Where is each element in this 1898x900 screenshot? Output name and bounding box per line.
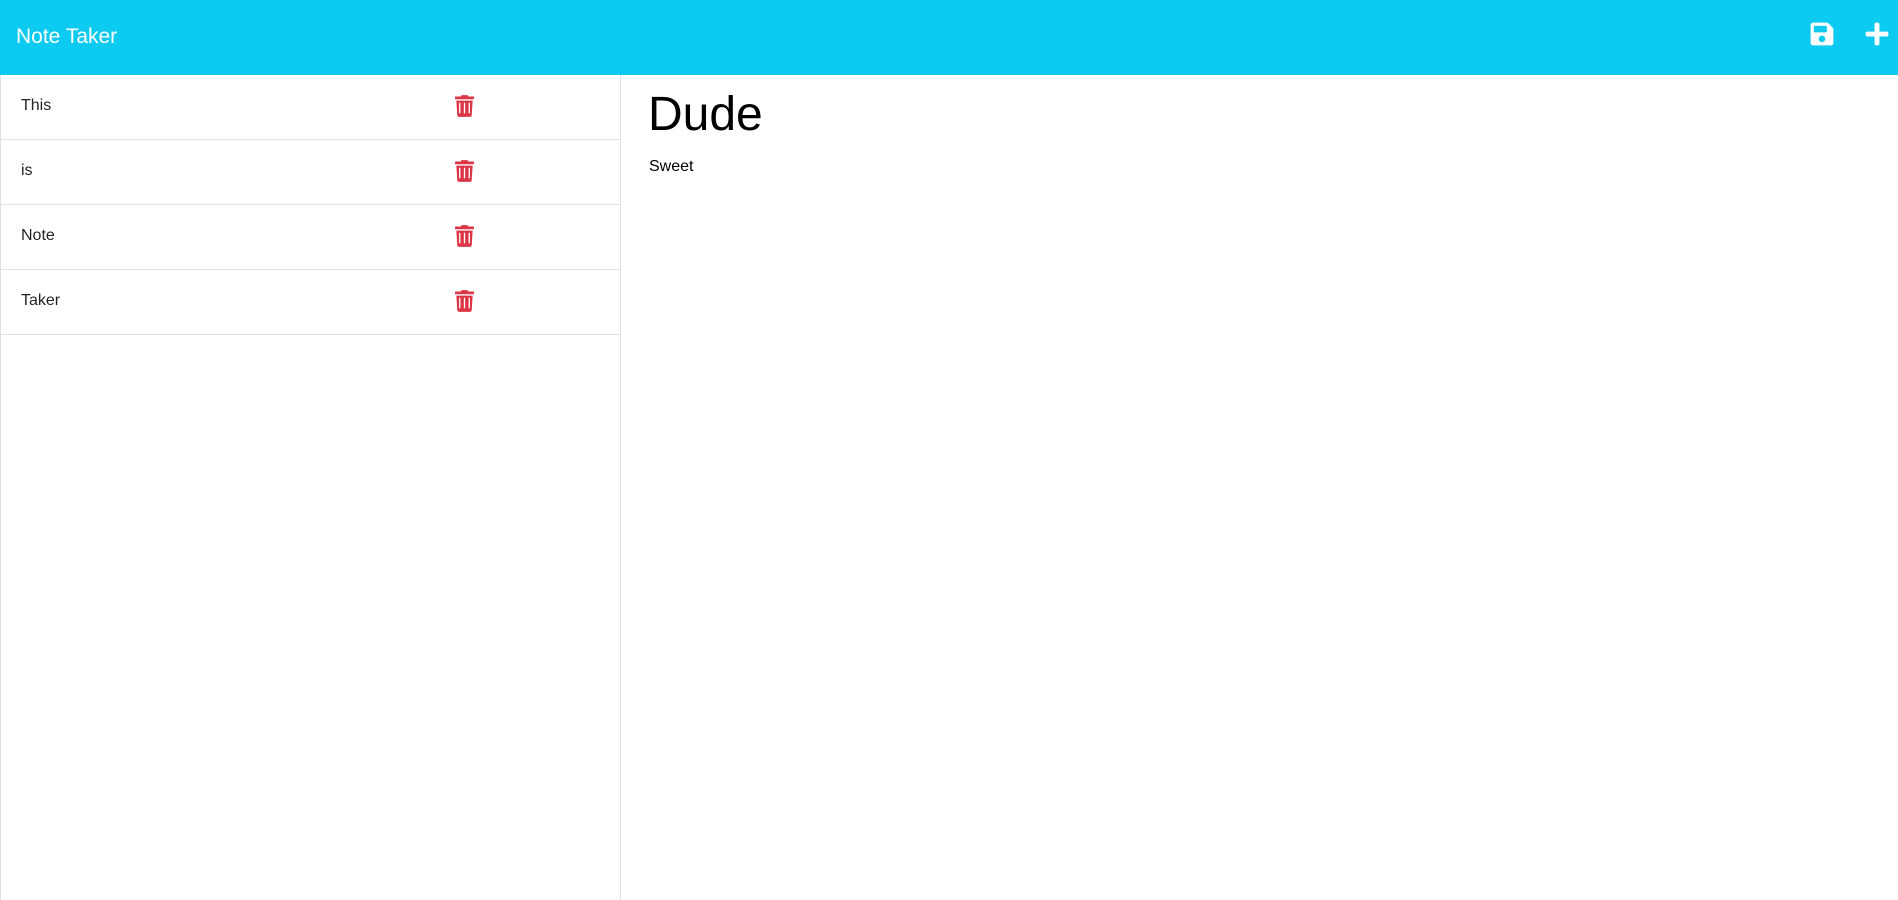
note-title[interactable]: Dude (648, 87, 763, 143)
trash-icon[interactable] (455, 290, 474, 312)
plus-icon (1865, 22, 1889, 46)
note-list-item[interactable]: This (1, 75, 620, 140)
trash-icon[interactable] (455, 160, 474, 182)
note-list-panel: This is Note Taker (0, 75, 621, 900)
navbar: Note Taker (0, 0, 1898, 75)
save-icon (1810, 22, 1834, 46)
app-brand[interactable]: Note Taker (16, 25, 117, 49)
note-editor: Dude Sweet (621, 75, 1898, 900)
note-item-title[interactable]: is (21, 161, 33, 181)
trash-icon[interactable] (455, 225, 474, 247)
note-item-title[interactable]: This (21, 96, 51, 116)
note-list: This is Note Taker (1, 75, 620, 335)
note-list-item[interactable]: Note (1, 205, 620, 270)
note-list-item[interactable]: Taker (1, 270, 620, 335)
trash-icon[interactable] (455, 95, 474, 117)
note-item-title[interactable]: Taker (21, 291, 60, 311)
note-list-item[interactable]: is (1, 140, 620, 205)
new-note-button[interactable] (1864, 21, 1890, 47)
note-item-title[interactable]: Note (21, 226, 55, 246)
note-text[interactable]: Sweet (649, 157, 693, 177)
save-note-button[interactable] (1809, 21, 1835, 47)
